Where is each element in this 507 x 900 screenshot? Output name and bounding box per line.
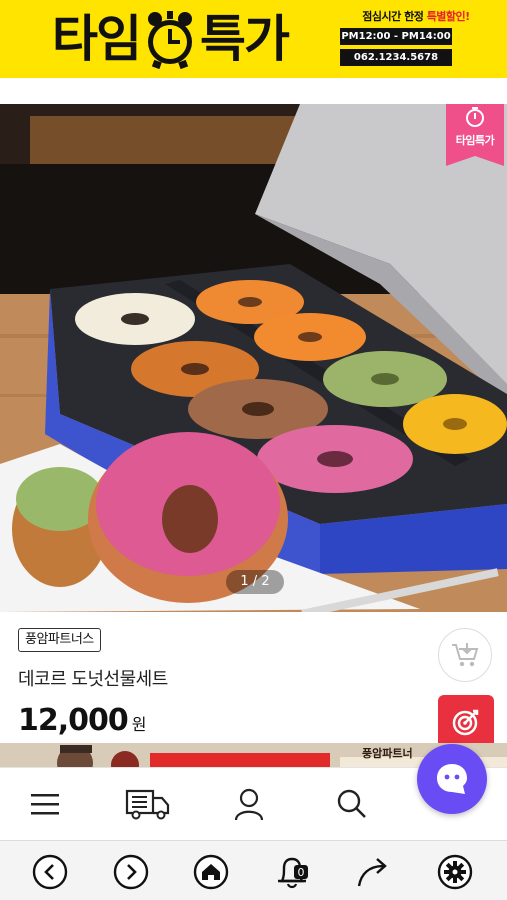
- my-page-button[interactable]: [231, 786, 267, 822]
- seller-badge[interactable]: 풍암파트너스: [18, 628, 101, 652]
- promo-text: 점심시간 한정: [362, 10, 427, 23]
- image-counter: 1 / 2: [226, 570, 284, 594]
- donut-photo: [0, 104, 507, 612]
- back-button[interactable]: [31, 853, 69, 891]
- price-unit: 원: [131, 715, 147, 734]
- share-icon: [357, 858, 387, 887]
- home-icon: [193, 854, 229, 890]
- peek-label: 풍암파트너: [362, 747, 413, 760]
- time-sale-badge[interactable]: 타임특가: [446, 104, 504, 166]
- chat-icon: [437, 764, 467, 794]
- browser-nav-bar: 0: [0, 840, 507, 900]
- menu-icon: [31, 794, 59, 815]
- time-sale-banner[interactable]: 타임 특가 점심시간 한정 특별할인! PM12:00 - PM14:00 06…: [0, 0, 507, 78]
- badge-label: 타임특가: [455, 134, 495, 147]
- banner-title-part1: 타임: [52, 10, 142, 68]
- back-icon: [32, 854, 68, 890]
- settings-button[interactable]: [436, 853, 474, 891]
- promo-highlight: 특별할인!: [426, 10, 471, 23]
- user-icon: [234, 788, 264, 821]
- price-value: 12,000: [18, 703, 129, 738]
- delivery-truck-icon: [125, 789, 170, 820]
- delivery-button[interactable]: [124, 786, 172, 822]
- add-to-cart-button[interactable]: [438, 628, 492, 682]
- target-button[interactable]: [438, 695, 494, 749]
- product-image[interactable]: 타임특가 1 / 2: [0, 104, 507, 612]
- bell-icon: 0: [278, 857, 308, 889]
- menu-button[interactable]: [27, 786, 63, 822]
- alarm-clock-icon: [144, 9, 196, 70]
- bell-count: 0: [298, 866, 305, 879]
- target-icon: [452, 709, 479, 736]
- forward-icon: [113, 854, 149, 890]
- banner-phone: 062.1234.5678: [340, 49, 452, 66]
- banner-info: 점심시간 한정 특별할인! PM12:00 - PM14:00 062.1234…: [332, 8, 500, 66]
- banner-time: PM12:00 - PM14:00: [340, 28, 452, 45]
- banner-promo: 점심시간 한정 특별할인!: [332, 8, 500, 24]
- settings-icon: [437, 854, 473, 890]
- notification-button[interactable]: 0: [273, 853, 311, 891]
- home-button[interactable]: [192, 853, 230, 891]
- banner-title: 타임 특가: [52, 8, 290, 70]
- cart-download-icon: [452, 643, 479, 667]
- search-button[interactable]: [334, 786, 370, 822]
- product-name: 데코르 도넛선물세트: [18, 669, 168, 690]
- forward-button[interactable]: [112, 853, 150, 891]
- banner-title-part2: 특가: [200, 10, 290, 68]
- product-price: 12,000 원: [18, 703, 147, 738]
- chat-button[interactable]: [417, 744, 487, 814]
- search-icon: [337, 789, 366, 818]
- share-button[interactable]: [355, 853, 393, 891]
